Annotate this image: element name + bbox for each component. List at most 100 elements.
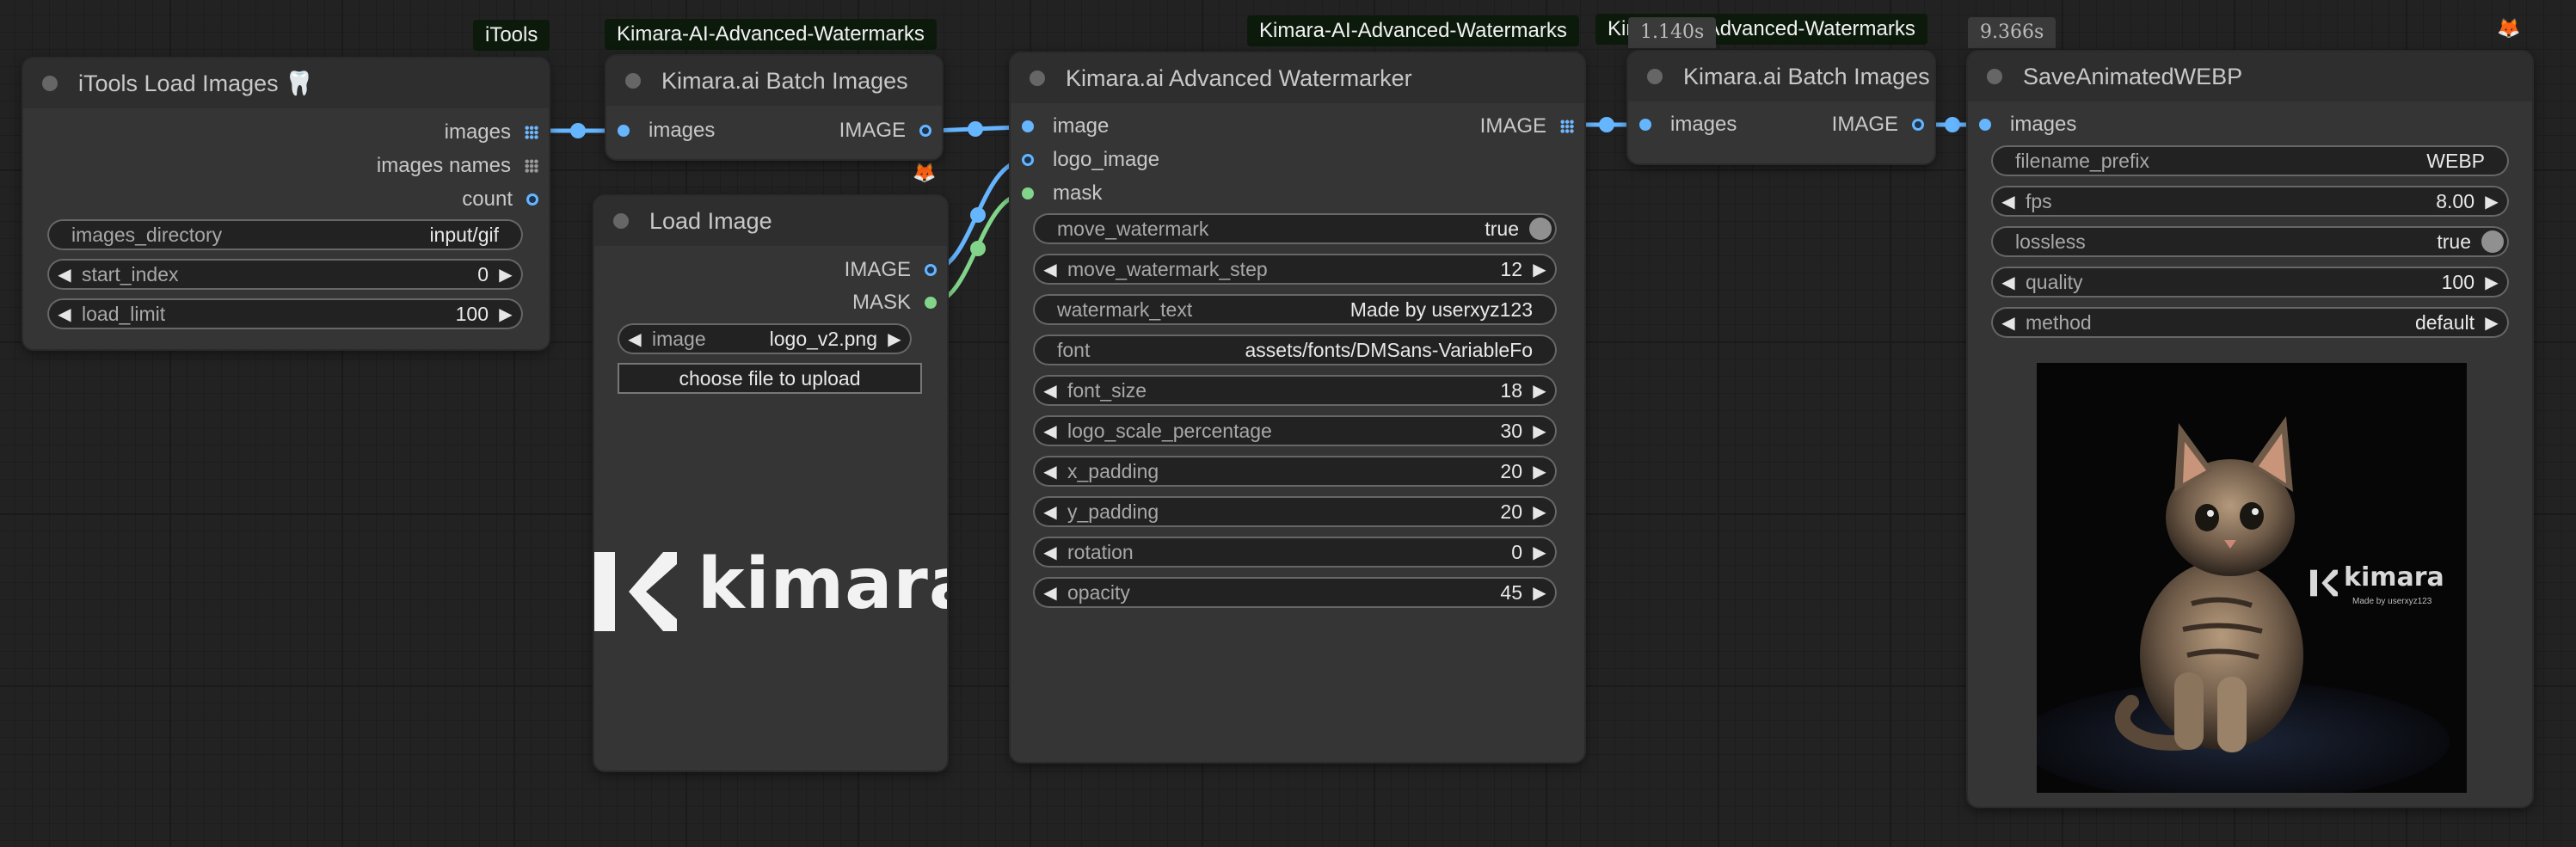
input-slot[interactable] [1022, 154, 1034, 166]
node-load-image[interactable]: Load Image IMAGE MASK ◀ image logo_v2.pn… [594, 196, 947, 770]
increment-arrow-icon[interactable]: ▶ [2475, 312, 2509, 334]
increment-arrow-icon[interactable]: ▶ [1522, 380, 1557, 402]
node-header[interactable]: Load Image [594, 196, 947, 246]
input-images[interactable]: images [1968, 111, 2076, 138]
increment-arrow-icon[interactable]: ▶ [1522, 461, 1557, 482]
output-slot[interactable] [925, 297, 937, 309]
output-slot[interactable] [925, 264, 937, 276]
widget-method[interactable]: ◀ method default ▶ [1991, 307, 2509, 338]
widget-logo-scale-percentage[interactable]: ◀ logo_scale_percentage 30 ▶ [1033, 415, 1557, 446]
widget-x-padding[interactable]: ◀ x_padding 20 ▶ [1033, 456, 1557, 487]
output-image[interactable]: IMAGE [845, 256, 947, 284]
node-batch-images-1[interactable]: Kimara.ai Batch Images images IMAGE [606, 56, 942, 159]
widget-watermark-text[interactable]: watermark_text Made by userxyz123 [1033, 294, 1557, 325]
output-images-names[interactable]: images names [377, 152, 549, 180]
output-images[interactable]: images [445, 119, 549, 146]
increment-arrow-icon[interactable]: ▶ [1522, 420, 1557, 442]
input-logo-image[interactable]: logo_image [1011, 146, 1159, 174]
increment-arrow-icon[interactable]: ▶ [1522, 501, 1557, 523]
output-mask[interactable]: MASK [852, 289, 947, 316]
increment-arrow-icon[interactable]: ▶ [2475, 191, 2509, 212]
list-output-icon[interactable] [1560, 120, 1574, 133]
decrement-arrow-icon[interactable]: ◀ [1033, 461, 1067, 482]
widget-move-watermark-step[interactable]: ◀ move_watermark_step 12 ▶ [1033, 254, 1557, 285]
widget-opacity[interactable]: ◀ opacity 45 ▶ [1033, 577, 1557, 608]
collapse-dot-icon[interactable] [625, 73, 641, 89]
toggle-knob-icon[interactable] [1529, 218, 1552, 240]
list-output-icon[interactable] [525, 159, 538, 173]
widget-y-padding[interactable]: ◀ y_padding 20 ▶ [1033, 496, 1557, 527]
collapse-dot-icon[interactable] [1030, 71, 1045, 86]
input-images[interactable]: images [1628, 111, 1737, 138]
output-label: count [462, 187, 513, 211]
timing-badge-batch2: 1.140s [1628, 17, 1717, 48]
node-save-animated-webp[interactable]: SaveAnimatedWEBP images filename_prefix … [1968, 52, 2532, 807]
node-advanced-watermarker[interactable]: Kimara.ai Advanced Watermarker image log… [1011, 53, 1584, 762]
widget-image-select[interactable]: ◀ image logo_v2.png ▶ [618, 323, 912, 354]
node-header[interactable]: Kimara.ai Batch Images [606, 56, 942, 106]
node-batch-images-2[interactable]: Kimara.ai Batch Images images IMAGE [1628, 52, 1934, 163]
decrement-arrow-icon[interactable]: ◀ [1033, 501, 1067, 523]
input-image[interactable]: image [1011, 113, 1109, 140]
decrement-arrow-icon[interactable]: ◀ [1991, 312, 2026, 334]
input-slot[interactable] [1022, 120, 1034, 132]
input-slot[interactable] [1022, 187, 1034, 199]
node-itools-load-images[interactable]: iTools Load Images 🦷 images images names… [23, 58, 549, 349]
increment-arrow-icon[interactable]: ▶ [489, 304, 523, 325]
widget-font-size[interactable]: ◀ font_size 18 ▶ [1033, 375, 1557, 406]
increment-arrow-icon[interactable]: ▶ [1522, 582, 1557, 604]
decrement-arrow-icon[interactable]: ◀ [1033, 380, 1067, 402]
increment-arrow-icon[interactable]: ▶ [877, 328, 912, 350]
fox-icon: 🦊 [2497, 17, 2521, 39]
widget-value: 100 [455, 302, 489, 325]
collapse-dot-icon[interactable] [1987, 69, 2002, 84]
widget-filename-prefix[interactable]: filename_prefix WEBP [1991, 145, 2509, 176]
node-header[interactable]: Kimara.ai Advanced Watermarker [1011, 53, 1584, 103]
output-slot[interactable] [526, 193, 538, 206]
widget-images-directory[interactable]: images_directory input/gif [47, 219, 523, 250]
increment-arrow-icon[interactable]: ▶ [2475, 272, 2509, 293]
toggle-knob-icon[interactable] [2481, 230, 2504, 253]
output-image[interactable]: IMAGE [839, 117, 942, 144]
output-count[interactable]: count [462, 186, 549, 213]
output-image[interactable]: IMAGE [1480, 113, 1584, 140]
collapse-dot-icon[interactable] [42, 76, 58, 91]
widget-fps[interactable]: ◀ fps 8.00 ▶ [1991, 186, 2509, 217]
watermark-logo-text: kimara [2344, 562, 2444, 592]
collapse-dot-icon[interactable] [613, 213, 629, 229]
widget-rotation[interactable]: ◀ rotation 0 ▶ [1033, 537, 1557, 568]
output-slot[interactable] [919, 125, 931, 137]
input-mask[interactable]: mask [1011, 180, 1102, 207]
input-images[interactable]: images [606, 117, 715, 144]
decrement-arrow-icon[interactable]: ◀ [1033, 259, 1067, 280]
output-slot[interactable] [1912, 119, 1924, 131]
increment-arrow-icon[interactable]: ▶ [1522, 542, 1557, 563]
node-header[interactable]: SaveAnimatedWEBP [1968, 52, 2532, 101]
increment-arrow-icon[interactable]: ▶ [1522, 259, 1557, 280]
widget-value: input/gif [429, 223, 499, 246]
widget-load-limit[interactable]: ◀ load_limit 100 ▶ [47, 298, 523, 329]
widget-lossless[interactable]: lossless true [1991, 226, 2509, 257]
collapse-dot-icon[interactable] [1647, 69, 1663, 84]
input-slot[interactable] [1639, 119, 1651, 131]
decrement-arrow-icon[interactable]: ◀ [1991, 272, 2026, 293]
decrement-arrow-icon[interactable]: ◀ [618, 328, 652, 350]
widget-font[interactable]: font assets/fonts/DMSans-VariableFo [1033, 335, 1557, 365]
list-output-icon[interactable] [525, 126, 538, 139]
node-header[interactable]: iTools Load Images 🦷 [23, 58, 549, 108]
decrement-arrow-icon[interactable]: ◀ [47, 264, 82, 285]
decrement-arrow-icon[interactable]: ◀ [1033, 420, 1067, 442]
decrement-arrow-icon[interactable]: ◀ [1033, 582, 1067, 604]
node-header[interactable]: Kimara.ai Batch Images [1628, 52, 1934, 101]
decrement-arrow-icon[interactable]: ◀ [47, 304, 82, 325]
output-image[interactable]: IMAGE [1832, 111, 1934, 138]
widget-start-index[interactable]: ◀ start_index 0 ▶ [47, 259, 523, 290]
decrement-arrow-icon[interactable]: ◀ [1033, 542, 1067, 563]
widget-move-watermark[interactable]: move_watermark true [1033, 213, 1557, 244]
widget-quality[interactable]: ◀ quality 100 ▶ [1991, 267, 2509, 298]
input-slot[interactable] [1979, 119, 1991, 131]
input-slot[interactable] [618, 125, 630, 137]
decrement-arrow-icon[interactable]: ◀ [1991, 191, 2026, 212]
increment-arrow-icon[interactable]: ▶ [489, 264, 523, 285]
upload-button[interactable]: choose file to upload [618, 363, 922, 394]
